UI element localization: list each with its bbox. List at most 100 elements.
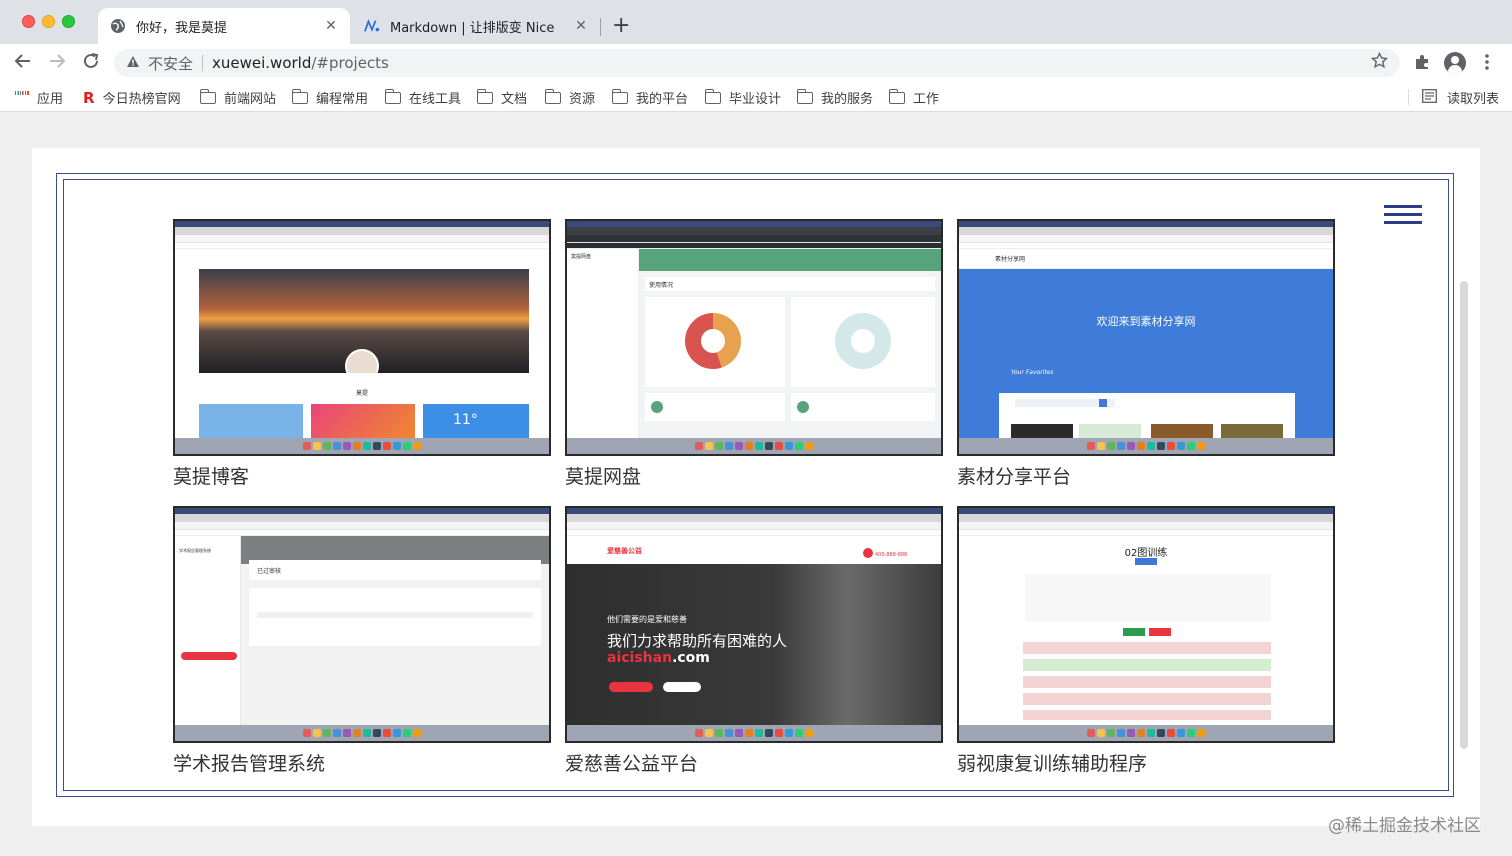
tab-title: 你好，我是莫提 [136, 20, 228, 36]
reload-icon[interactable] [82, 52, 100, 76]
globe-icon [110, 18, 126, 34]
bookmark-label: 编程常用 [316, 92, 369, 107]
bookmark-label: 我的服务 [821, 92, 874, 107]
url-host: xuewei.world [212, 54, 312, 72]
project-thumbnail[interactable]: 莫提 11° [173, 219, 551, 456]
folder-icon [544, 88, 561, 104]
project-title[interactable]: 学术报告管理系统 [173, 751, 551, 777]
reading-list-divider [1408, 89, 1409, 105]
folder-icon [384, 88, 401, 104]
bookmark-folder-platforms[interactable]: 我的平台 [611, 88, 689, 107]
project-thumbnail[interactable]: 爱慈善公益 400-888-888 他们需要的是爱和慈善 我们力求帮助所有困难的… [565, 506, 943, 743]
bookmark-apps[interactable]: 应用 [15, 88, 63, 107]
nice-logo-icon [364, 18, 380, 34]
project-thumbnail[interactable]: 素材分享网 欢迎来到素材分享网 Your Favorites [957, 219, 1335, 456]
tab-markdown-nice[interactable]: Markdown | 让排版变 Nice ✕ [352, 8, 600, 44]
address-divider [202, 55, 204, 71]
project-title[interactable]: 莫提博客 [173, 464, 551, 490]
browser-toolbar: 不安全 xuewei.world /#projects [0, 44, 1512, 82]
address-bar[interactable]: 不安全 xuewei.world /#projects [114, 49, 1400, 77]
bookmark-label: 文档 [501, 92, 528, 107]
project-card-netdisk[interactable]: 莫提网盘 使用情况 莫提网盘 [565, 219, 943, 490]
bookmark-label: 前端网站 [224, 92, 277, 107]
bookmark-folder-coding[interactable]: 编程常用 [291, 88, 369, 107]
folder-icon [199, 88, 216, 104]
bookmark-jinri-rebang[interactable]: R 今日热榜官网 [83, 88, 181, 108]
minimize-window-button[interactable] [42, 15, 55, 28]
netdisk-panel-title: 使用情况 [645, 277, 935, 291]
bookmark-folder-resources[interactable]: 资源 [544, 88, 596, 107]
folder-icon [291, 88, 308, 104]
folder-icon [796, 88, 813, 104]
warning-icon[interactable] [126, 55, 140, 72]
project-title[interactable]: 爱慈善公益平台 [565, 751, 943, 777]
blog-author: 莫提 [355, 390, 368, 397]
bookmark-label: 今日热榜官网 [102, 92, 181, 107]
project-thumbnail[interactable]: 02图训练 [957, 506, 1335, 743]
zoom-window-button[interactable] [62, 15, 75, 28]
hamburger-menu-icon[interactable] [1384, 205, 1422, 227]
close-tab-icon[interactable]: ✕ [320, 18, 342, 34]
bookmark-label: 资源 [569, 92, 596, 107]
tab-bar: 你好，我是莫提 ✕ Markdown | 让排版变 Nice ✕ + [0, 0, 1512, 44]
close-window-button[interactable] [22, 15, 35, 28]
bookmark-folder-tools[interactable]: 在线工具 [384, 88, 462, 107]
reading-list-button[interactable]: 读取列表 [1422, 88, 1499, 107]
bookmark-folder-work[interactable]: 工作 [888, 88, 940, 107]
new-tab-button[interactable]: + [612, 12, 630, 40]
bookmark-folder-frontend[interactable]: 前端网站 [199, 88, 277, 107]
bookmark-label: 工作 [913, 92, 940, 107]
charity-line-1: 他们需要的是爱和慈善 [607, 615, 687, 624]
project-title[interactable]: 素材分享平台 [957, 464, 1335, 490]
material-hero-title: 欢迎来到素材分享网 [1096, 315, 1196, 328]
forward-icon[interactable] [48, 52, 66, 76]
charity-line-2: 我们力求帮助所有困难的人 [607, 632, 788, 650]
project-card-report[interactable]: 学术报告管理系统 已过审核 学术报告管理系统 [173, 506, 551, 777]
tab-moti-home[interactable]: 你好，我是莫提 ✕ [98, 8, 350, 44]
project-title[interactable]: 莫提网盘 [565, 464, 943, 490]
reading-list-icon [1422, 88, 1437, 107]
folder-icon [476, 88, 493, 104]
bookmark-star-icon[interactable] [1370, 51, 1389, 74]
back-icon[interactable] [14, 52, 32, 76]
extensions-icon[interactable] [1413, 53, 1431, 76]
project-card-blog[interactable]: 莫提 11° 莫提博客 [173, 219, 551, 490]
bookmark-folder-docs[interactable]: 文档 [476, 88, 528, 107]
bookmark-label: 应用 [37, 92, 64, 107]
page-scrollbar[interactable] [1460, 281, 1468, 749]
material-logo: 素材分享网 [995, 256, 1026, 263]
tab-separator [600, 18, 601, 36]
project-thumbnail[interactable]: 莫提网盘 使用情况 [565, 219, 943, 456]
bookmark-label: 在线工具 [409, 92, 462, 107]
security-label[interactable]: 不安全 [148, 53, 193, 74]
project-card-training[interactable]: 02图训练 弱视康复训练辅助程序 [957, 506, 1335, 777]
folder-icon [704, 88, 721, 104]
training-heading: 02图训练 [1124, 548, 1168, 559]
bookmarks-bar: 应用 R 今日热榜官网 前端网站 编程常用 在线工具 文档 资源 我的平台 毕业… [0, 82, 1512, 112]
bookmark-folder-services[interactable]: 我的服务 [796, 88, 874, 107]
project-thumbnail[interactable]: 学术报告管理系统 已过审核 [173, 506, 551, 743]
project-card-material[interactable]: 素材分享网 欢迎来到素材分享网 Your Favorites 素材分享平台 [957, 219, 1335, 490]
project-title[interactable]: 弱视康复训练辅助程序 [957, 751, 1335, 777]
watermark: @稀土掘金技术社区 [1328, 816, 1481, 836]
bookmark-label: 我的平台 [636, 92, 689, 107]
folder-icon [888, 88, 905, 104]
more-menu-icon[interactable] [1484, 53, 1490, 76]
apps-grid-icon [15, 90, 30, 105]
tab-title: Markdown | 让排版变 Nice [390, 20, 555, 36]
profile-avatar-icon[interactable] [1444, 52, 1466, 74]
charity-domain: aicishan.com [607, 650, 710, 666]
report-system-title: 学术报告管理系统 [179, 548, 211, 553]
project-card-charity[interactable]: 爱慈善公益 400-888-888 他们需要的是爱和慈善 我们力求帮助所有困难的… [565, 506, 943, 777]
report-panel-title: 已过审核 [249, 560, 541, 580]
reading-list-label: 读取列表 [1447, 92, 1500, 107]
bookmark-folder-graduation[interactable]: 毕业设计 [704, 88, 782, 107]
url-path: /#projects [311, 54, 389, 72]
close-tab-icon[interactable]: ✕ [570, 18, 592, 34]
r-logo-icon: R [83, 88, 95, 107]
charity-logo: 爱慈善公益 [607, 547, 642, 555]
bookmark-label: 毕业设计 [729, 92, 782, 107]
material-script: Your Favorites [1011, 369, 1054, 376]
page-viewport: 莫提 11° 莫提博客 莫提网盘 使用情况 莫提网盘 素材分享网 欢迎来到素材分… [0, 113, 1512, 856]
netdisk-logo: 莫提网盘 [571, 254, 592, 260]
